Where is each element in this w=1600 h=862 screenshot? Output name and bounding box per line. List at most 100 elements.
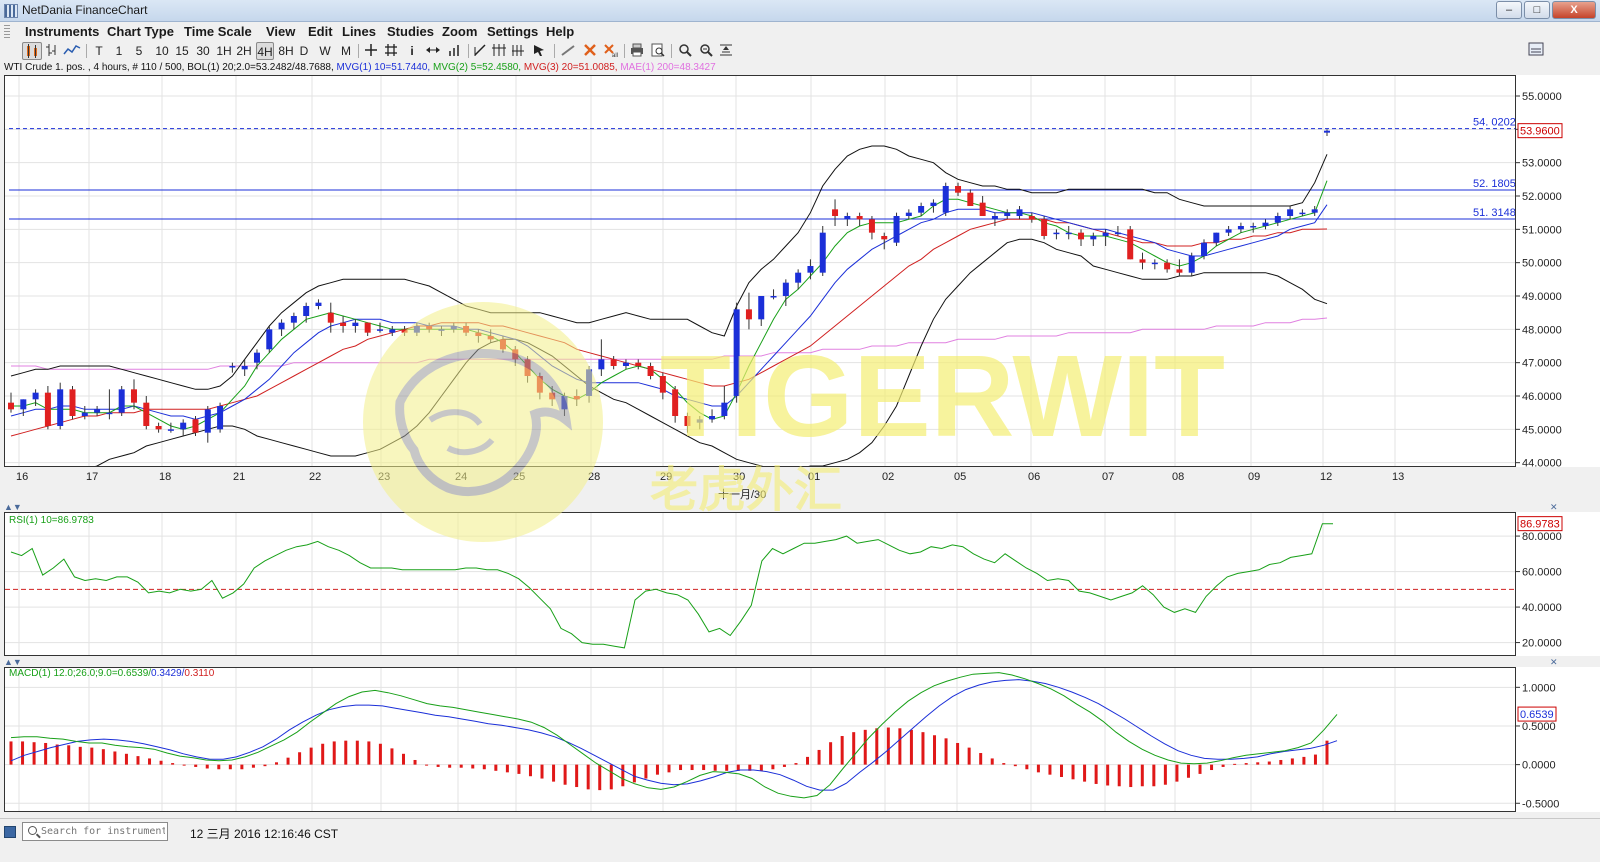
timescale-w[interactable]: W (318, 42, 332, 60)
rsi-panel[interactable]: RSI(1) 10=86.9783 (4, 512, 1516, 656)
timescale-10[interactable]: 10 (153, 42, 171, 60)
trendline-icon[interactable] (472, 42, 488, 60)
candle-body (586, 369, 593, 396)
macd-histogram-bar (67, 745, 71, 765)
volume-icon[interactable] (446, 42, 464, 60)
fibonacci-icon[interactable] (490, 42, 508, 60)
menu-settings[interactable]: Settings (487, 24, 538, 39)
candle-body (327, 312, 334, 323)
zoom-out-icon[interactable] (697, 42, 715, 60)
menu-studies[interactable]: Studies (387, 24, 434, 39)
macd-histogram-bar (471, 764, 475, 769)
macd-axis-label: 0.0000 (1522, 760, 1556, 772)
candle-body (487, 336, 494, 340)
candle-body (573, 396, 580, 400)
menu-zoom[interactable]: Zoom (442, 24, 477, 39)
menu-instruments[interactable]: Instruments (25, 24, 99, 39)
pencil-draw-icon[interactable] (558, 42, 578, 60)
arrow-tool-icon[interactable] (530, 42, 548, 60)
timescale-15[interactable]: 15 (173, 42, 191, 60)
print-icon[interactable] (628, 42, 646, 60)
macd-histogram-bar (840, 736, 844, 765)
rsi-line (10, 523, 1333, 649)
macd-histogram-bar (552, 764, 556, 782)
candle-body (512, 349, 519, 360)
candle-body (376, 329, 383, 331)
macd-histogram-bar (1313, 754, 1317, 765)
macd-histogram-bar (1186, 764, 1190, 778)
menu-chart-type[interactable]: Chart Type (107, 24, 174, 39)
price-axis: 55.000054.000053.000052.000051.000050.00… (1516, 75, 1600, 470)
menu-time-scale[interactable]: Time Scale (184, 24, 252, 39)
panel-layout-icon[interactable] (1527, 41, 1545, 59)
timescale-t[interactable]: T (93, 42, 105, 60)
delete-all-icon[interactable]: all (601, 42, 621, 60)
search-input[interactable] (41, 824, 165, 839)
candlestick-chart-icon[interactable] (22, 42, 42, 60)
crosshair-icon[interactable] (363, 42, 379, 60)
timescale-5[interactable]: 5 (133, 42, 145, 60)
timescale-4h[interactable]: 4H (256, 42, 274, 60)
minimize-button[interactable]: – (1496, 1, 1522, 19)
maximize-button[interactable]: □ (1524, 1, 1550, 19)
timescale-2h[interactable]: 2H (235, 42, 253, 60)
timescale-8h[interactable]: 8H (277, 42, 295, 60)
info-icon[interactable]: i (405, 42, 419, 60)
macd-histogram-bar (494, 764, 498, 771)
macd-histogram-bar (1059, 764, 1063, 777)
toolbar: T 1 5 10 15 30 1H 2H 4H 8H D W M i all (0, 41, 1600, 61)
collapse-macd-icon[interactable]: ▲▼ (4, 657, 22, 667)
instrument-search[interactable] (22, 822, 168, 841)
candle-body (94, 409, 101, 413)
print-preview-icon[interactable] (649, 42, 667, 60)
candle-body (598, 359, 605, 370)
menu-help[interactable]: Help (546, 24, 574, 39)
candle-body (290, 316, 297, 323)
price-chart-panel[interactable]: 54. 0202 52. 1805 51. 3148 (4, 75, 1516, 490)
macd-histogram-bar (1083, 764, 1087, 782)
zoom-in-icon[interactable] (676, 42, 694, 60)
candle-body (647, 366, 654, 376)
candle-body (1250, 226, 1257, 228)
line-chart-icon[interactable] (62, 42, 82, 60)
macd-histogram-bar (1036, 764, 1040, 773)
candle-body (57, 389, 64, 426)
macd-histogram-bar (540, 764, 544, 779)
macd-panel[interactable]: MACD(1) 12.0;26.0;9.0=0.6539/0.3429/0.31… (4, 667, 1516, 812)
candle-body (217, 406, 224, 430)
timescale-30[interactable]: 30 (194, 42, 212, 60)
candle-body (167, 429, 174, 431)
delete-drawing-icon[interactable] (581, 42, 599, 60)
zoom-fit-icon[interactable] (717, 42, 735, 60)
timescale-m[interactable]: M (339, 42, 353, 60)
grid-icon[interactable] (383, 42, 399, 60)
connection-status-icon (4, 826, 16, 838)
macd-histogram-bar (436, 764, 440, 767)
title-bar: NetDania FinanceChart – □ X (0, 0, 1600, 22)
menu-lines[interactable]: Lines (342, 24, 376, 39)
collapse-rsi-icon[interactable]: ▲▼ (4, 502, 22, 512)
candle-body (1299, 212, 1306, 215)
macd-axis-label: 1.0000 (1522, 682, 1556, 694)
candle-body (1311, 209, 1318, 213)
macd-histogram-bar (1175, 764, 1179, 782)
pan-arrows-icon[interactable] (424, 42, 442, 60)
macd-histogram-bar (679, 764, 683, 771)
candle-body (266, 329, 273, 350)
candle-body (979, 202, 986, 216)
candle-body (1237, 226, 1244, 230)
timescale-d[interactable]: D (298, 42, 310, 60)
channel-icon[interactable] (510, 42, 528, 60)
macd-histogram-bar (1048, 764, 1052, 775)
timescale-1[interactable]: 1 (113, 42, 125, 60)
close-button[interactable]: X (1552, 1, 1596, 19)
timescale-1h[interactable]: 1H (215, 42, 233, 60)
menu-edit[interactable]: Edit (308, 24, 333, 39)
time-axis-label: 07 (1102, 471, 1115, 483)
macd-histogram-bar (159, 760, 163, 765)
macd-histogram-bar (898, 728, 902, 765)
candle-body (1324, 130, 1330, 133)
menu-view[interactable]: View (266, 24, 295, 39)
macd-histogram-bar (586, 764, 590, 790)
ohlc-bar-chart-icon[interactable] (44, 42, 60, 60)
